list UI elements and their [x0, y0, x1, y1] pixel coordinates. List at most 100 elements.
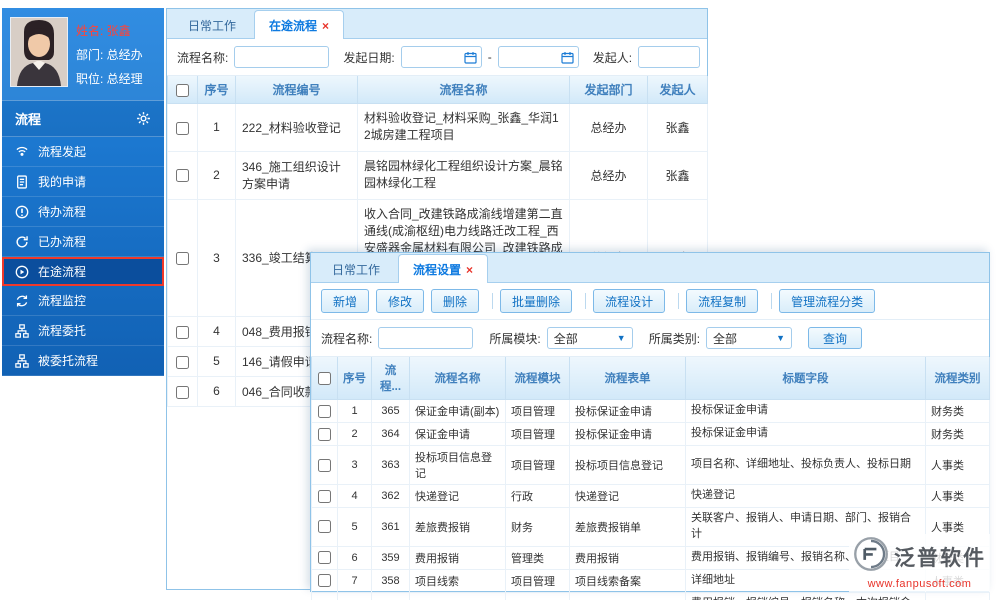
- cell-module: 项目管理: [505, 445, 570, 485]
- chevron-down-icon: ▼: [616, 332, 626, 343]
- process-name-label: 流程名称:: [321, 331, 373, 346]
- select-all-cell: [167, 76, 198, 104]
- calendar-icon[interactable]: [464, 51, 477, 64]
- sidebar-item-completed-processes[interactable]: 已办流程: [2, 227, 164, 257]
- filter-bar: 流程名称: 发起日期: - 发起人:: [167, 39, 707, 76]
- module-select[interactable]: 全部 ▼: [546, 327, 633, 349]
- broadcast-icon: [15, 145, 29, 159]
- start-date-from-input[interactable]: [405, 51, 464, 63]
- cell-code: 361: [371, 507, 410, 547]
- cell-name: 保证金申请: [409, 422, 506, 446]
- initiator-input[interactable]: [638, 46, 701, 68]
- select-all-checkbox[interactable]: [176, 83, 189, 97]
- cell-title-field: 投标保证金申请: [685, 399, 926, 423]
- cell-no: 4: [197, 315, 236, 347]
- refresh-icon: [15, 235, 29, 249]
- sidebar-item-label: 我的申请: [38, 175, 87, 189]
- row-checkbox[interactable]: [176, 325, 189, 339]
- table-row[interactable]: 2 346_施工组织设计方案申请 晨铭园林绿化工程组织设计方案_晨铭园林绿化工程…: [167, 150, 708, 200]
- cell-module: 项目管理: [505, 399, 570, 423]
- row-checkbox[interactable]: [318, 489, 331, 503]
- row-checkbox[interactable]: [318, 551, 331, 565]
- gear-icon[interactable]: [136, 111, 151, 126]
- row-checkbox[interactable]: [318, 520, 331, 534]
- row-checkbox[interactable]: [318, 458, 331, 472]
- sidebar-item-process-initiate[interactable]: 流程发起: [2, 137, 164, 167]
- cell-no: 5: [197, 345, 236, 377]
- select-all-checkbox[interactable]: [318, 371, 331, 385]
- sidebar-item-process-delegation[interactable]: 流程委托: [2, 316, 164, 346]
- toolbar-button[interactable]: 新增: [321, 289, 370, 313]
- toolbar-button[interactable]: 管理流程分类: [771, 289, 876, 313]
- row-checkbox[interactable]: [318, 404, 331, 418]
- module-value: 全部: [553, 331, 578, 346]
- col-module: 流程模块: [505, 357, 570, 400]
- sidebar-item-in-transit-processes[interactable]: 在途流程: [2, 257, 164, 286]
- sidebar-item-pending-processes[interactable]: 待办流程: [2, 197, 164, 227]
- start-date-label: 发起日期:: [343, 50, 395, 65]
- cell-name: 晨铭园林绿化工程组织设计方案_晨铭园林绿化工程: [357, 150, 570, 200]
- col-title-field: 标题字段: [685, 357, 926, 400]
- process-name-input[interactable]: [378, 327, 474, 349]
- toolbar-button[interactable]: 批量删除: [492, 289, 573, 313]
- sidebar-header: 流程: [2, 100, 164, 137]
- tab-label: 在途流程: [269, 19, 318, 33]
- close-icon[interactable]: ×: [322, 19, 329, 33]
- app-screen: 姓名: 张鑫 部门: 总经办 职位: 总经理 流程 流程发起 我的申请 待办流程…: [0, 0, 1000, 600]
- cell-code: 362: [371, 484, 410, 508]
- cell-name: 测试费用报销: [409, 591, 506, 600]
- toolbar-button[interactable]: 删除: [431, 289, 480, 313]
- tabbar: 日常工作 流程设置 ×: [311, 253, 989, 283]
- category-value: 全部: [713, 331, 738, 346]
- sidebar-item-process-monitoring[interactable]: 流程监控: [2, 286, 164, 316]
- tab-in-transit[interactable]: 在途流程 ×: [254, 10, 345, 39]
- watermark: 泛普软件 www.fanpusoft.com: [849, 534, 990, 592]
- watermark-brand: 泛普软件: [894, 546, 986, 570]
- tab-daily-work[interactable]: 日常工作: [173, 10, 251, 39]
- row-checkbox[interactable]: [318, 427, 331, 441]
- table-row[interactable]: 1 365 保证金申请(副本) 项目管理 投标保证金申请 投标保证金申请 财务类: [311, 399, 990, 423]
- select-all-cell: [311, 357, 338, 400]
- row-checkbox[interactable]: [176, 355, 189, 369]
- category-select[interactable]: 全部 ▼: [706, 327, 793, 349]
- row-checkbox[interactable]: [176, 169, 189, 183]
- sidebar-title: 流程: [15, 112, 42, 127]
- cell-name: 保证金申请(副本): [409, 399, 506, 423]
- sidebar-item-delegated-processes[interactable]: 被委托流程: [2, 346, 164, 376]
- cell-no: 1: [197, 103, 236, 152]
- row-checkbox[interactable]: [176, 121, 189, 135]
- cell-code: 359: [371, 545, 410, 570]
- calendar-icon[interactable]: [561, 51, 574, 64]
- row-checkbox[interactable]: [176, 251, 189, 265]
- cell-form: 快递登记: [569, 484, 686, 508]
- table-row[interactable]: 2 364 保证金申请 项目管理 投标保证金申请 投标保证金申请 财务类: [311, 422, 990, 446]
- tab-daily-work[interactable]: 日常工作: [317, 254, 395, 283]
- cell-module: 财务: [505, 591, 570, 600]
- close-icon[interactable]: ×: [466, 263, 473, 277]
- start-date-to-input[interactable]: [502, 51, 561, 63]
- toolbar-button[interactable]: 修改: [376, 289, 425, 313]
- toolbar-button[interactable]: 流程设计: [585, 289, 666, 313]
- sync-icon: [15, 294, 29, 308]
- row-checkbox[interactable]: [176, 385, 189, 399]
- tab-process-settings[interactable]: 流程设置 ×: [398, 254, 489, 283]
- process-name-input[interactable]: [234, 46, 330, 68]
- cell-code: 363: [371, 445, 410, 485]
- row-checkbox[interactable]: [318, 574, 331, 588]
- query-button[interactable]: 查询: [808, 327, 863, 349]
- cell-title-field: 项目名称、详细地址、投标负责人、投标日期: [685, 445, 926, 485]
- sidebar: 姓名: 张鑫 部门: 总经办 职位: 总经理 流程 流程发起 我的申请 待办流程…: [2, 8, 164, 376]
- alert-circle-icon: [15, 205, 29, 219]
- table-row[interactable]: 4 362 快递登记 行政 快递登记 快递登记 人事类: [311, 484, 990, 508]
- cell-code: 364: [371, 422, 410, 446]
- table-row[interactable]: 1 222_材料验收登记 材料验收登记_材料采购_张鑫_华润12城房建工程项目 …: [167, 103, 708, 152]
- toolbar-button[interactable]: 流程复制: [678, 289, 759, 313]
- table-row[interactable]: 3 363 投标项目信息登记 项目管理 投标项目信息登记 项目名称、详细地址、投…: [311, 445, 990, 485]
- module-label: 所属模块:: [489, 331, 541, 346]
- col-name: 流程名称: [357, 76, 570, 104]
- initiator-label: 发起人:: [592, 50, 633, 65]
- cell-category: 财务类: [925, 422, 990, 446]
- table-header-row: 序号 流程编号 流程名称 发起部门 发起人: [167, 76, 708, 104]
- sidebar-item-my-applications[interactable]: 我的申请: [2, 167, 164, 197]
- table-row[interactable]: 8 357 测试费用报销 财务 费用报销 费用报销、报销编号、报销名称、本次报销…: [311, 591, 990, 600]
